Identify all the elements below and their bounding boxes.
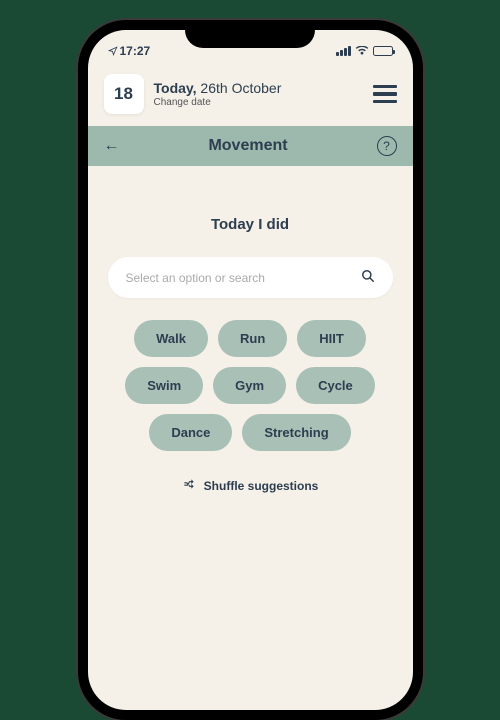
help-icon[interactable]: ? [377, 136, 397, 156]
status-time: 17:27 [120, 44, 151, 58]
status-time-area: 17:27 [108, 44, 151, 58]
chip-swim[interactable]: Swim [125, 367, 203, 404]
chip-run[interactable]: Run [218, 320, 287, 357]
section-bar: ← Movement ? [88, 126, 413, 166]
date-title: Today, 26th October [154, 80, 363, 96]
search-box[interactable] [108, 257, 393, 298]
chip-hiit[interactable]: HIIT [297, 320, 366, 357]
suggestion-chips: Walk Run HIIT Swim Gym Cycle Dance Stret… [108, 320, 393, 451]
status-indicators [336, 46, 393, 56]
chip-stretching[interactable]: Stretching [242, 414, 350, 451]
date-info[interactable]: Today, 26th October Change date [154, 80, 363, 108]
back-arrow-icon[interactable]: ← [104, 137, 120, 155]
wifi-icon [355, 46, 369, 56]
notch [185, 20, 315, 48]
chip-walk[interactable]: Walk [134, 320, 208, 357]
section-title: Movement [208, 137, 287, 155]
battery-icon [373, 46, 393, 56]
content-area: Today I did Walk Run HIIT Swim Gym Cycle… [88, 166, 413, 514]
date-rest: 26th October [197, 80, 282, 96]
shuffle-icon [182, 477, 196, 494]
menu-button[interactable] [373, 85, 397, 104]
app-header: 18 Today, 26th October Change date [88, 66, 413, 126]
today-label: Today, [154, 80, 197, 96]
signal-icon [336, 46, 351, 56]
chip-cycle[interactable]: Cycle [296, 367, 375, 404]
date-day-box[interactable]: 18 [104, 74, 144, 114]
chip-dance[interactable]: Dance [149, 414, 232, 451]
change-date-link[interactable]: Change date [154, 97, 363, 108]
screen: 17:27 18 Today, 26th October Change date… [88, 30, 413, 710]
prompt-text: Today I did [108, 216, 393, 233]
phone-frame: 17:27 18 Today, 26th October Change date… [78, 20, 423, 720]
search-input[interactable] [126, 271, 361, 285]
shuffle-label: Shuffle suggestions [204, 479, 319, 493]
search-icon[interactable] [361, 269, 375, 286]
location-icon [108, 46, 118, 56]
chip-gym[interactable]: Gym [213, 367, 286, 404]
shuffle-button[interactable]: Shuffle suggestions [108, 477, 393, 494]
